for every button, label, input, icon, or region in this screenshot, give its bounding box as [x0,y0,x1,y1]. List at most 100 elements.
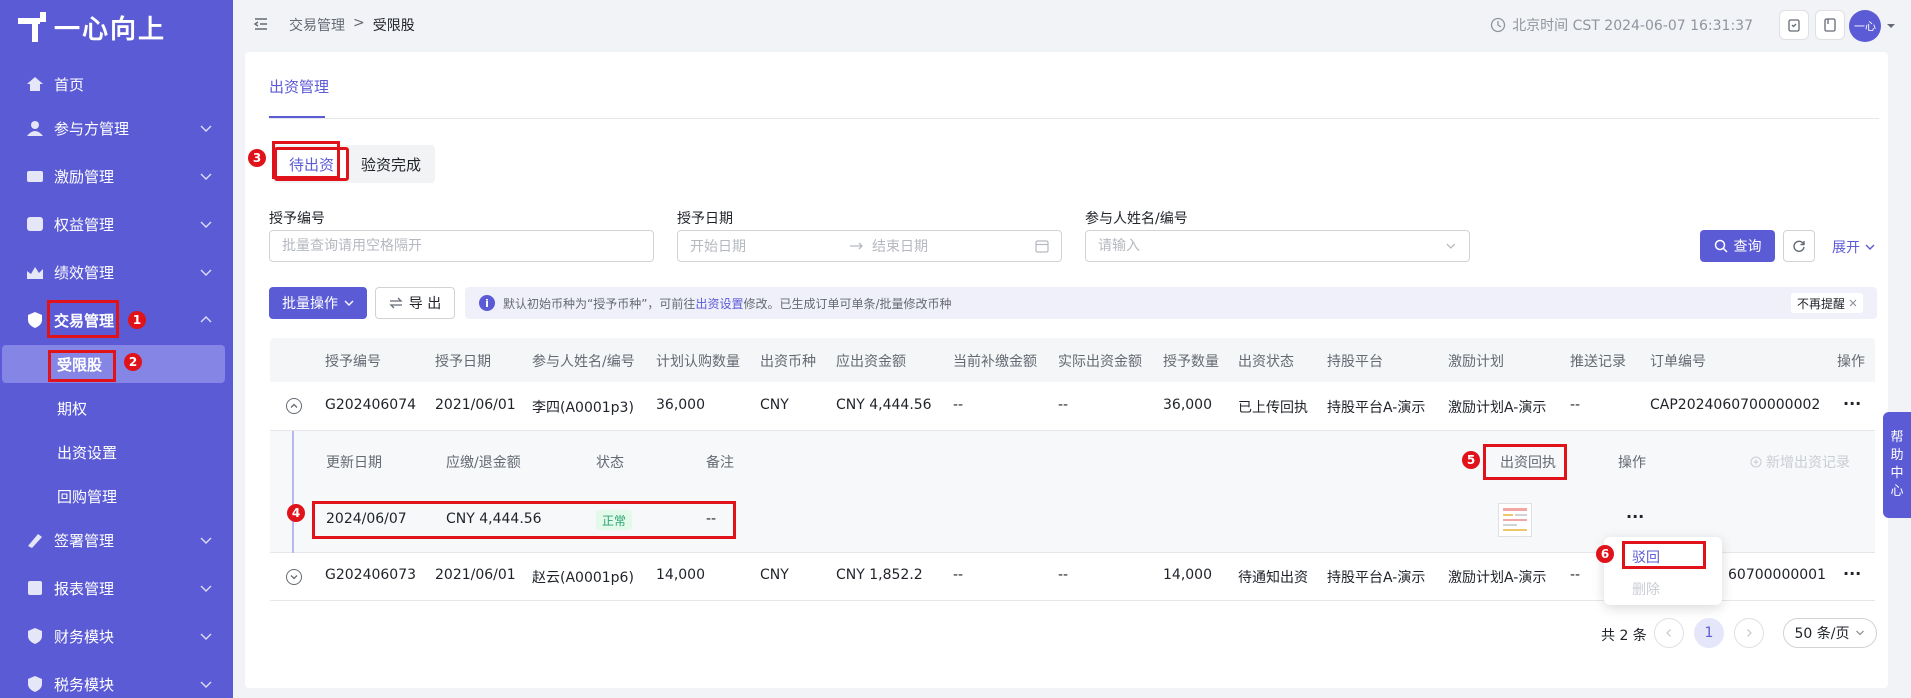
sidebar-item-trading[interactable]: 交易管理 [0,300,233,340]
grant-no-input[interactable] [282,238,641,254]
grant-no-field[interactable] [269,230,654,262]
cell-platform: 持股平台A-演示 [1327,570,1426,586]
cell-due-amount: CNY 4,444.56 [836,397,932,413]
help-char: 心 [1890,484,1904,499]
page-size-select[interactable]: 50 条/页 [1783,618,1877,648]
add-funding-record-button[interactable]: 新增出资记录 [1750,452,1850,472]
status-badge: 正常 [596,510,633,530]
equity-icon [26,216,44,232]
receipt-thumbnail[interactable] [1498,503,1532,537]
performance-icon [26,264,44,280]
close-icon [1849,299,1857,307]
sidebar-item-signing[interactable]: 签署管理 [0,520,233,560]
collapse-row-button[interactable] [286,398,302,414]
sub-cell-remark: -- [706,511,717,527]
document-button[interactable] [1815,10,1845,40]
end-date-placeholder[interactable]: 结束日期 [872,236,1035,256]
sub-col-amount: 应缴/退金额 [446,455,521,471]
expand-row-button[interactable] [286,569,302,585]
caret-down-icon[interactable] [1887,22,1895,30]
dismiss-notice-button[interactable]: 不再提醒 [1790,293,1863,313]
reject-menu-item[interactable]: 驳回 [1632,547,1660,567]
sidebar-item-label: 参与方管理 [54,119,130,138]
notice-text-pre: 默认初始币种为“授予币种”，可前往 [503,296,696,311]
home-icon [26,76,44,92]
collapse-menu-icon[interactable] [253,16,269,32]
signing-icon [26,532,44,548]
export-button[interactable]: 导 出 [375,287,455,319]
sidebar-item-participants[interactable]: 参与方管理 [0,108,233,148]
cell-grant-qty: 36,000 [1163,397,1212,413]
sidebar-subitem-options[interactable]: 期权 [0,389,233,427]
row-more-button[interactable]: ··· [1843,564,1861,583]
col-status: 出资状态 [1238,354,1294,370]
sidebar-item-incentive[interactable]: 激励管理 [0,156,233,196]
segment-pending-funding[interactable]: 待出资 [274,147,350,181]
sidebar-item-performance[interactable]: 绩效管理 [0,252,233,292]
cell-order-no: 60700000001 [1728,567,1826,583]
page-number-button[interactable]: 1 [1694,618,1724,648]
reset-button[interactable] [1783,230,1815,262]
sidebar-item-equity[interactable]: 权益管理 [0,204,233,244]
sidebar-item-label: 财务模块 [54,627,115,646]
clipboard-icon [1788,19,1800,32]
funding-settings-link[interactable]: 出资设置 [695,295,743,312]
tab-funding-management[interactable]: 出资管理 [269,76,329,97]
sidebar-subitem-restricted-stock[interactable]: 受限股 [2,345,225,383]
sidebar-item-finance[interactable]: 财务模块 [0,616,233,656]
expand-filters-button[interactable]: 展开 [1832,237,1876,257]
grant-date-range[interactable]: 开始日期 结束日期 [677,230,1062,262]
avatar[interactable]: 一心 [1849,10,1881,42]
task-button[interactable] [1779,10,1809,40]
sidebar-item-label: 绩效管理 [54,263,115,282]
breadcrumb: 交易管理 > 受限股 [289,15,415,35]
segment-verified[interactable]: 验资完成 [349,147,433,181]
sidebar-item-label: 激励管理 [54,167,115,186]
cell-plan: 激励计划A-演示 [1448,570,1547,586]
chevron-down-icon [1865,244,1875,250]
step-marker-3: 3 [248,149,266,167]
chevron-up-icon [200,316,212,323]
sidebar-subitem-buyback[interactable]: 回购管理 [0,477,233,515]
help-center-tab[interactable]: 帮 助 中 心 [1883,412,1911,518]
next-page-button[interactable] [1734,618,1764,648]
document-icon [1824,18,1836,32]
clock-icon [1491,17,1506,33]
receipt-image-icon [1503,508,1527,531]
top-bar: 交易管理 > 受限股 北京时间 CST 2024-06-07 16:31:37 … [233,0,1911,50]
sidebar-subitem-funding-settings[interactable]: 出资设置 [0,433,233,471]
sidebar-item-label: 权益管理 [54,215,115,234]
participant-select[interactable] [1085,230,1470,262]
query-button[interactable]: 查询 [1700,230,1775,262]
participant-input[interactable] [1098,238,1446,254]
sidebar-item-tax[interactable]: 税务模块 [0,664,233,698]
sidebar-item-reports[interactable]: 报表管理 [0,568,233,608]
col-due-amount: 应出资金额 [836,354,906,370]
start-date-placeholder[interactable]: 开始日期 [690,236,850,256]
col-plan: 激励计划 [1448,354,1504,370]
step-marker-2: 2 [124,353,142,371]
chevron-down-icon [200,633,212,640]
chevron-down-icon [200,681,212,688]
sidebar-item-label: 首页 [54,75,85,94]
sub-row-more-button[interactable]: ··· [1626,507,1644,526]
cell-actual: -- [1058,567,1069,583]
grant-no-label: 授予编号 [269,211,325,227]
prev-page-button[interactable] [1654,618,1684,648]
breadcrumb-item[interactable]: 交易管理 [289,15,345,35]
batch-action-button[interactable]: 批量操作 [269,287,367,319]
sub-col-actions: 操作 [1618,455,1646,471]
info-icon: i [479,295,495,311]
sidebar-item-home[interactable]: 首页 [0,64,233,104]
grant-date-label: 授予日期 [677,211,733,227]
col-currency: 出资币种 [760,354,816,370]
row-more-button[interactable]: ··· [1843,394,1861,413]
delete-menu-item[interactable]: 删除 [1632,579,1660,599]
swap-icon [389,297,403,309]
sub-col-update-date: 更新日期 [326,455,382,471]
chevron-down-icon [200,537,212,544]
cell-grant-date: 2021/06/01 [435,567,516,583]
cell-actual: -- [1058,397,1069,413]
cell-grant-no: G202406074 [325,397,417,413]
breadcrumb-current: 受限股 [372,18,415,34]
